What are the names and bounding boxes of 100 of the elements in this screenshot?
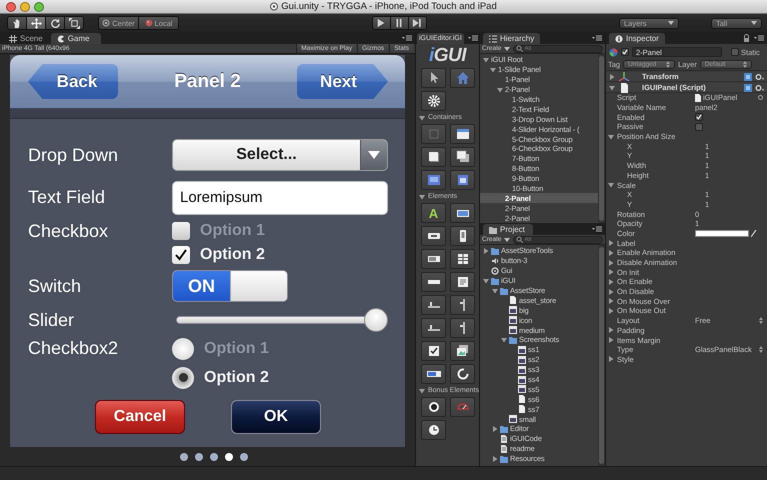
clock-icon bbox=[426, 423, 440, 437]
playback-button[interactable] bbox=[408, 16, 426, 30]
option-label: Option 1 bbox=[200, 222, 265, 240]
radio-button[interactable] bbox=[172, 338, 194, 360]
tool-button[interactable] bbox=[421, 420, 446, 440]
tool-button[interactable] bbox=[421, 226, 446, 246]
window-icon bbox=[456, 127, 470, 141]
text-field[interactable]: Loremipsum bbox=[172, 181, 388, 215]
field-label: Checkbox bbox=[28, 220, 110, 243]
pane-menu-icon bbox=[592, 35, 602, 41]
down-arrow-icon bbox=[368, 151, 380, 159]
pacman-icon bbox=[56, 34, 65, 42]
pane-tab[interactable]: Hierarchy bbox=[483, 33, 540, 44]
tool-button[interactable] bbox=[450, 226, 475, 246]
tool-button[interactable] bbox=[450, 295, 475, 315]
checkbox[interactable] bbox=[695, 122, 703, 131]
checkbox[interactable] bbox=[172, 222, 190, 240]
tool-button[interactable] bbox=[421, 147, 446, 167]
toggle-switch[interactable]: ON bbox=[172, 270, 288, 302]
back-button[interactable]: Back bbox=[28, 64, 118, 99]
pane-menu-icon bbox=[592, 226, 602, 232]
active-checkbox[interactable] bbox=[621, 48, 629, 56]
pane-tab[interactable]: Game bbox=[50, 33, 101, 44]
tool-button[interactable] bbox=[421, 341, 446, 361]
playback-button[interactable] bbox=[390, 16, 408, 30]
tool-button[interactable] bbox=[450, 124, 475, 144]
pane-menu-icon bbox=[754, 35, 764, 41]
caret-icon bbox=[504, 46, 510, 50]
sphere-icon bbox=[144, 19, 153, 27]
ok-button[interactable]: OK bbox=[231, 400, 321, 434]
image-thumbnail-icon bbox=[509, 415, 517, 424]
step-icon bbox=[412, 18, 422, 28]
checkbox[interactable] bbox=[695, 113, 703, 122]
slider-thumb[interactable] bbox=[364, 308, 388, 332]
pause-icon bbox=[394, 18, 404, 28]
tool-button[interactable] bbox=[421, 249, 446, 269]
tool-button[interactable] bbox=[64, 16, 84, 30]
dropdown[interactable]: Select... bbox=[172, 139, 388, 171]
folder-icon bbox=[491, 246, 499, 255]
option-label: Option 1 bbox=[204, 340, 269, 358]
hand-icon bbox=[12, 18, 22, 28]
tool-button[interactable] bbox=[421, 318, 446, 338]
field-label: Slider bbox=[28, 309, 76, 332]
tool-button[interactable] bbox=[7, 16, 27, 30]
scrollbar[interactable] bbox=[598, 54, 605, 223]
pane-tab[interactable]: Project bbox=[483, 224, 533, 235]
tool-button[interactable] bbox=[450, 249, 475, 269]
cancel-button[interactable]: Cancel bbox=[95, 400, 185, 434]
scene-file-icon bbox=[491, 266, 499, 275]
pane-tab[interactable]: Inspector bbox=[609, 33, 665, 44]
folder-icon bbox=[500, 454, 508, 463]
close-light[interactable] bbox=[6, 2, 16, 12]
pivot-icon bbox=[102, 19, 110, 27]
checkbox-icon bbox=[426, 344, 440, 358]
page-dot[interactable] bbox=[180, 452, 188, 460]
gear-icon bbox=[755, 72, 764, 80]
checkbox[interactable] bbox=[172, 246, 190, 264]
tool-button[interactable] bbox=[421, 170, 446, 190]
script-file-icon bbox=[500, 444, 508, 453]
lock-icon bbox=[743, 34, 750, 42]
tool-button[interactable] bbox=[421, 397, 446, 417]
page-dot[interactable] bbox=[224, 452, 232, 460]
tool-button[interactable] bbox=[421, 91, 446, 111]
caret-icon bbox=[504, 238, 510, 242]
grid-icon bbox=[456, 252, 470, 266]
pane-tab[interactable]: Scene bbox=[3, 33, 49, 44]
page-dot[interactable] bbox=[240, 452, 248, 460]
tool-button[interactable] bbox=[26, 16, 46, 30]
tool-button[interactable] bbox=[45, 16, 65, 30]
static-checkbox[interactable] bbox=[731, 48, 739, 56]
window-title: Gui.unity - TRYGGA - iPhone, iPod Touch and iPad bbox=[281, 1, 497, 12]
radio-button[interactable] bbox=[172, 366, 194, 388]
tool-button[interactable]: A bbox=[421, 203, 446, 223]
page-icon bbox=[509, 296, 517, 304]
tool-button[interactable] bbox=[450, 170, 475, 190]
scrollbar[interactable] bbox=[598, 245, 605, 466]
tool-button[interactable] bbox=[450, 203, 475, 223]
tool-button[interactable] bbox=[450, 364, 475, 384]
tool-button[interactable] bbox=[421, 272, 446, 292]
tool-button[interactable] bbox=[421, 295, 446, 315]
minimize-light[interactable] bbox=[20, 2, 30, 12]
script-file-icon bbox=[500, 434, 508, 443]
tool-button[interactable] bbox=[421, 68, 446, 88]
object-picker-icon[interactable] bbox=[758, 95, 763, 100]
tab-panel-icon bbox=[456, 173, 470, 187]
next-button[interactable]: Next bbox=[296, 64, 388, 99]
color-swatch[interactable] bbox=[695, 230, 749, 237]
page-dot[interactable] bbox=[194, 452, 202, 460]
field-label: Drop Down bbox=[28, 144, 120, 167]
tool-button[interactable] bbox=[450, 341, 475, 361]
field-label: Switch bbox=[28, 275, 82, 298]
page-dot[interactable] bbox=[210, 452, 218, 460]
tool-button[interactable] bbox=[450, 318, 475, 338]
tool-button[interactable] bbox=[450, 147, 475, 167]
eyedropper-icon bbox=[751, 230, 757, 237]
tool-button[interactable] bbox=[450, 272, 475, 292]
zoom-light[interactable] bbox=[34, 2, 44, 12]
tool-button[interactable] bbox=[421, 364, 446, 384]
field-label: Text Field bbox=[28, 186, 106, 209]
playback-button[interactable] bbox=[372, 16, 390, 30]
